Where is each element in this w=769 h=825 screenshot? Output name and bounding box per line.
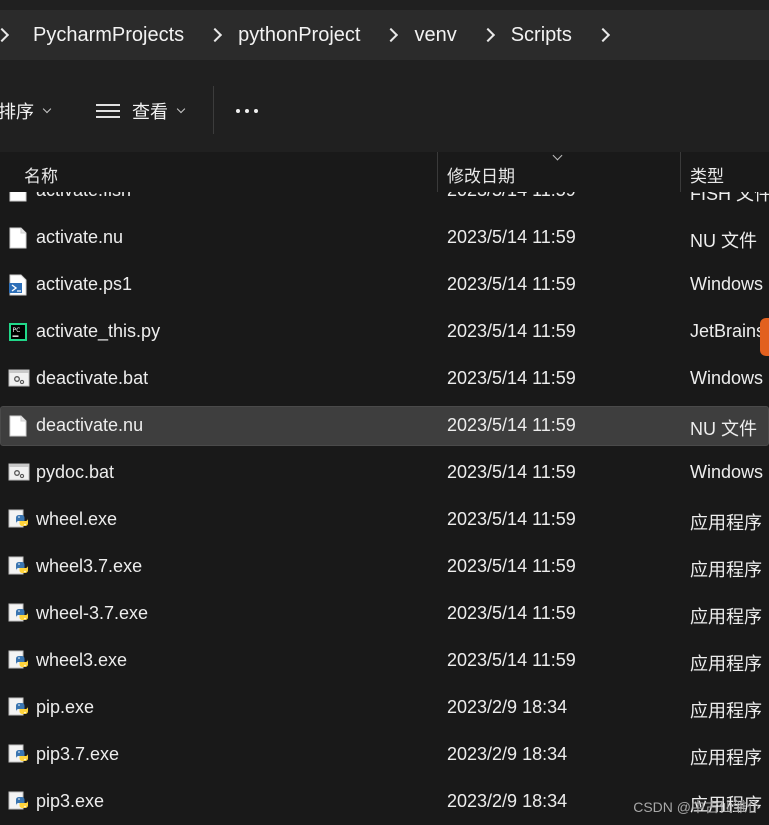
column-header-type[interactable]: 类型 — [690, 162, 724, 187]
file-type: NU 文件 — [690, 231, 757, 251]
chevron-right-icon[interactable] — [384, 27, 399, 43]
more-dots-icon — [236, 109, 258, 113]
file-row[interactable]: activate.nu 2023/5/14 11:59 NU 文件 — [0, 218, 769, 258]
file-type: Windows — [690, 368, 764, 388]
file-date-modified: 2023/5/14 11:59 — [447, 368, 576, 388]
batch-file-icon — [8, 462, 30, 484]
file-date-modified: 2023/5/14 11:59 — [447, 650, 576, 670]
python-exe-icon — [8, 509, 28, 531]
toolbar-divider — [213, 86, 214, 134]
file-name[interactable]: wheel3.7.exe — [36, 556, 142, 577]
sort-indicator-icon — [552, 150, 563, 161]
sort-button-label: 排序 — [0, 102, 34, 122]
file-row[interactable]: activate.ps1 2023/5/14 11:59 Windows — [0, 265, 769, 305]
file-name[interactable]: wheel3.exe — [36, 650, 127, 671]
file-date-modified: 2023/5/14 11:59 — [447, 321, 576, 341]
python-exe-icon — [8, 791, 28, 813]
file-date-modified: 2023/2/9 18:34 — [447, 697, 568, 717]
svg-text:PC: PC — [13, 327, 21, 334]
file-date-modified: 2023/5/14 11:59 — [447, 415, 576, 435]
view-button-label: 查看 — [132, 102, 168, 122]
file-date-modified: 2023/5/14 11:59 — [447, 227, 576, 247]
file-name[interactable]: pip3.7.exe — [36, 744, 119, 765]
breadcrumb-item-pythonproject[interactable]: pythonProject — [238, 24, 360, 47]
chevron-right-icon[interactable] — [595, 27, 610, 43]
file-type: 应用程序 — [690, 701, 762, 721]
file-row[interactable]: deactivate.nu 2023/5/14 11:59 NU 文件 — [0, 406, 769, 446]
python-exe-icon — [8, 697, 28, 719]
file-type: 应用程序 — [690, 654, 762, 674]
file-name[interactable]: pip3.exe — [36, 791, 104, 812]
file-date-modified: 2023/5/14 11:59 — [447, 603, 576, 623]
file-name[interactable]: activate_this.py — [36, 321, 160, 342]
breadcrumb-item-scripts[interactable]: Scripts — [511, 24, 572, 47]
command-bar: 排序 查看 — [0, 70, 769, 153]
file-date-modified: 2023/5/14 11:59 — [447, 274, 576, 294]
file-type: 应用程序 — [690, 607, 762, 627]
column-header-name[interactable]: 名称 — [24, 162, 58, 187]
file-row[interactable]: wheel.exe 2023/5/14 11:59 应用程序 — [0, 500, 769, 540]
watermark: CSDN @中古仙雏仆 — [633, 799, 761, 815]
view-button[interactable]: 查看 — [96, 96, 186, 126]
python-exe-icon — [8, 556, 28, 578]
file-blank-icon — [8, 415, 28, 437]
chevron-down-icon — [176, 104, 186, 114]
python-exe-icon — [8, 650, 28, 672]
file-row[interactable]: deactivate.bat 2023/5/14 11:59 Windows — [0, 359, 769, 399]
file-type: Windows — [690, 274, 764, 294]
file-date-modified: 2023/5/14 11:59 — [447, 556, 576, 576]
file-type: NU 文件 — [690, 419, 757, 439]
file-type: Windows — [690, 462, 764, 482]
file-name[interactable]: activate.nu — [36, 227, 123, 248]
python-exe-icon — [8, 744, 28, 766]
chevron-right-icon[interactable] — [208, 27, 223, 43]
chevron-down-icon — [42, 104, 52, 114]
file-type: 应用程序 — [690, 513, 762, 533]
file-row[interactable]: pip3.7.exe 2023/2/9 18:34 应用程序 — [0, 735, 769, 775]
file-row[interactable]: wheel-3.7.exe 2023/5/14 11:59 应用程序 — [0, 594, 769, 634]
file-row[interactable]: pydoc.bat 2023/5/14 11:59 Windows — [0, 453, 769, 493]
sort-button[interactable]: 排序 — [0, 96, 52, 126]
more-options-button[interactable] — [236, 96, 258, 126]
breadcrumb-item-venv[interactable]: venv — [414, 24, 456, 47]
breadcrumb[interactable]: PycharmProjects pythonProject venv Scrip… — [0, 10, 769, 60]
chevron-right-icon[interactable] — [0, 27, 10, 43]
file-type: JetBrains — [690, 321, 766, 341]
file-list[interactable]: activate.fish2023/5/14 11:59FISH 文件activ… — [0, 174, 769, 825]
file-name[interactable]: deactivate.bat — [36, 368, 148, 389]
powershell-script-icon — [8, 274, 28, 296]
file-name[interactable]: activate.ps1 — [36, 274, 132, 295]
column-divider[interactable] — [680, 152, 681, 192]
pycharm-file-icon: PC — [8, 321, 28, 343]
python-exe-icon — [8, 603, 28, 625]
column-header-date-modified[interactable]: 修改日期 — [447, 162, 515, 187]
file-name[interactable]: pydoc.bat — [36, 462, 114, 483]
column-divider[interactable] — [437, 152, 438, 192]
file-type: 应用程序 — [690, 560, 762, 580]
address-bar: PycharmProjects pythonProject venv Scrip… — [0, 0, 769, 71]
file-row[interactable]: PC activate_this.py 2023/5/14 11:59 JetBrai… — [0, 312, 769, 352]
file-name[interactable]: wheel-3.7.exe — [36, 603, 148, 624]
file-explorer-window: PycharmProjects pythonProject venv Scrip… — [0, 0, 769, 825]
file-blank-icon — [8, 227, 28, 249]
file-date-modified: 2023/2/9 18:34 — [447, 744, 568, 764]
file-row[interactable]: wheel3.exe 2023/5/14 11:59 应用程序 — [0, 641, 769, 681]
breadcrumb-item-pycharmprojects[interactable]: PycharmProjects — [33, 24, 184, 47]
list-view-icon — [96, 103, 120, 119]
file-date-modified: 2023/2/9 18:34 — [447, 791, 568, 811]
file-type: 应用程序 — [690, 748, 762, 768]
file-date-modified: 2023/5/14 11:59 — [447, 462, 576, 482]
file-name[interactable]: pip.exe — [36, 697, 94, 718]
file-row[interactable]: wheel3.7.exe 2023/5/14 11:59 应用程序 — [0, 547, 769, 587]
chevron-right-icon[interactable] — [480, 27, 495, 43]
batch-file-icon — [8, 368, 30, 390]
file-row[interactable]: pip.exe 2023/2/9 18:34 应用程序 — [0, 688, 769, 728]
file-name[interactable]: deactivate.nu — [36, 415, 143, 436]
file-name[interactable]: wheel.exe — [36, 509, 117, 530]
edge-accent-shape — [760, 318, 769, 356]
file-date-modified: 2023/5/14 11:59 — [447, 509, 576, 529]
column-header: 名称 修改日期 类型 — [0, 150, 769, 192]
